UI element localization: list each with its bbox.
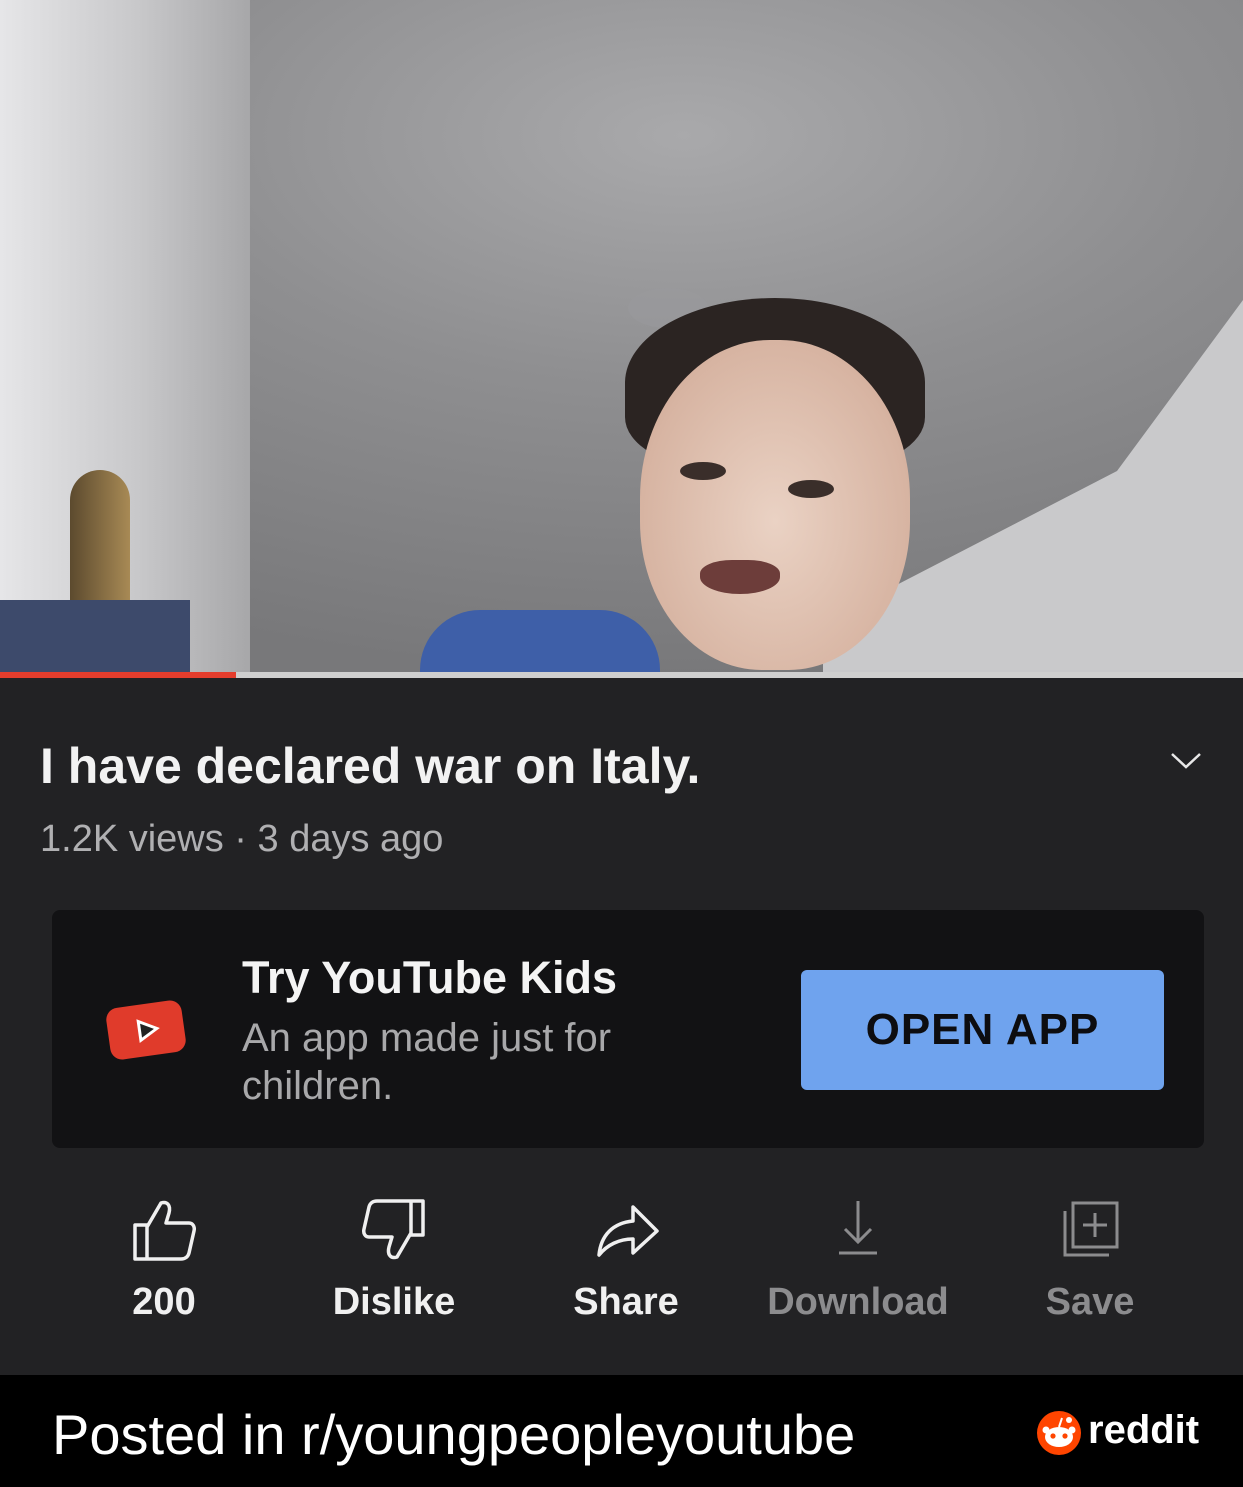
- share-label: Share: [573, 1281, 679, 1323]
- video-frame-shelf: [0, 600, 190, 678]
- reddit-snoo-icon: [1037, 1411, 1081, 1455]
- download-label: Download: [767, 1281, 949, 1323]
- thumbs-down-icon: [362, 1199, 425, 1260]
- download-icon: [839, 1201, 877, 1255]
- video-frame-shirt: [420, 610, 660, 678]
- video-frame-mouth: [700, 560, 780, 594]
- share-arrow-icon: [597, 1205, 659, 1257]
- dislike-button[interactable]: Dislike: [294, 1195, 494, 1324]
- like-count: 200: [132, 1281, 196, 1323]
- video-title[interactable]: I have declared war on Italy.: [40, 737, 700, 795]
- chevron-down-icon[interactable]: [1168, 748, 1204, 772]
- open-app-button[interactable]: OPEN APP: [801, 970, 1164, 1090]
- youtube-kids-logo-icon: [106, 1000, 186, 1060]
- like-button[interactable]: 200: [64, 1195, 264, 1324]
- share-button[interactable]: Share: [526, 1195, 726, 1324]
- video-player[interactable]: [0, 0, 1243, 678]
- video-frame-eye-left: [680, 462, 726, 480]
- save-button[interactable]: Save: [990, 1195, 1190, 1324]
- download-button[interactable]: Download: [758, 1195, 958, 1324]
- reddit-wordmark: reddit: [1088, 1408, 1200, 1452]
- promo-title: Try YouTube Kids: [242, 952, 618, 1003]
- thumbs-up-icon: [133, 1200, 196, 1261]
- promo-subtitle: An app made just for children.: [242, 1016, 612, 1108]
- save-to-playlist-icon: [1063, 1201, 1119, 1257]
- video-frame-eye-right: [788, 480, 834, 498]
- save-label: Save: [1045, 1281, 1135, 1323]
- video-meta: 1.2K views · 3 days ago: [40, 818, 444, 860]
- dislike-label: Dislike: [332, 1281, 456, 1323]
- posted-in-subreddit[interactable]: Posted in r/youngpeopleyoutube: [52, 1402, 855, 1467]
- video-frame-face: [640, 340, 910, 670]
- video-frame-shelf-object: [70, 470, 130, 610]
